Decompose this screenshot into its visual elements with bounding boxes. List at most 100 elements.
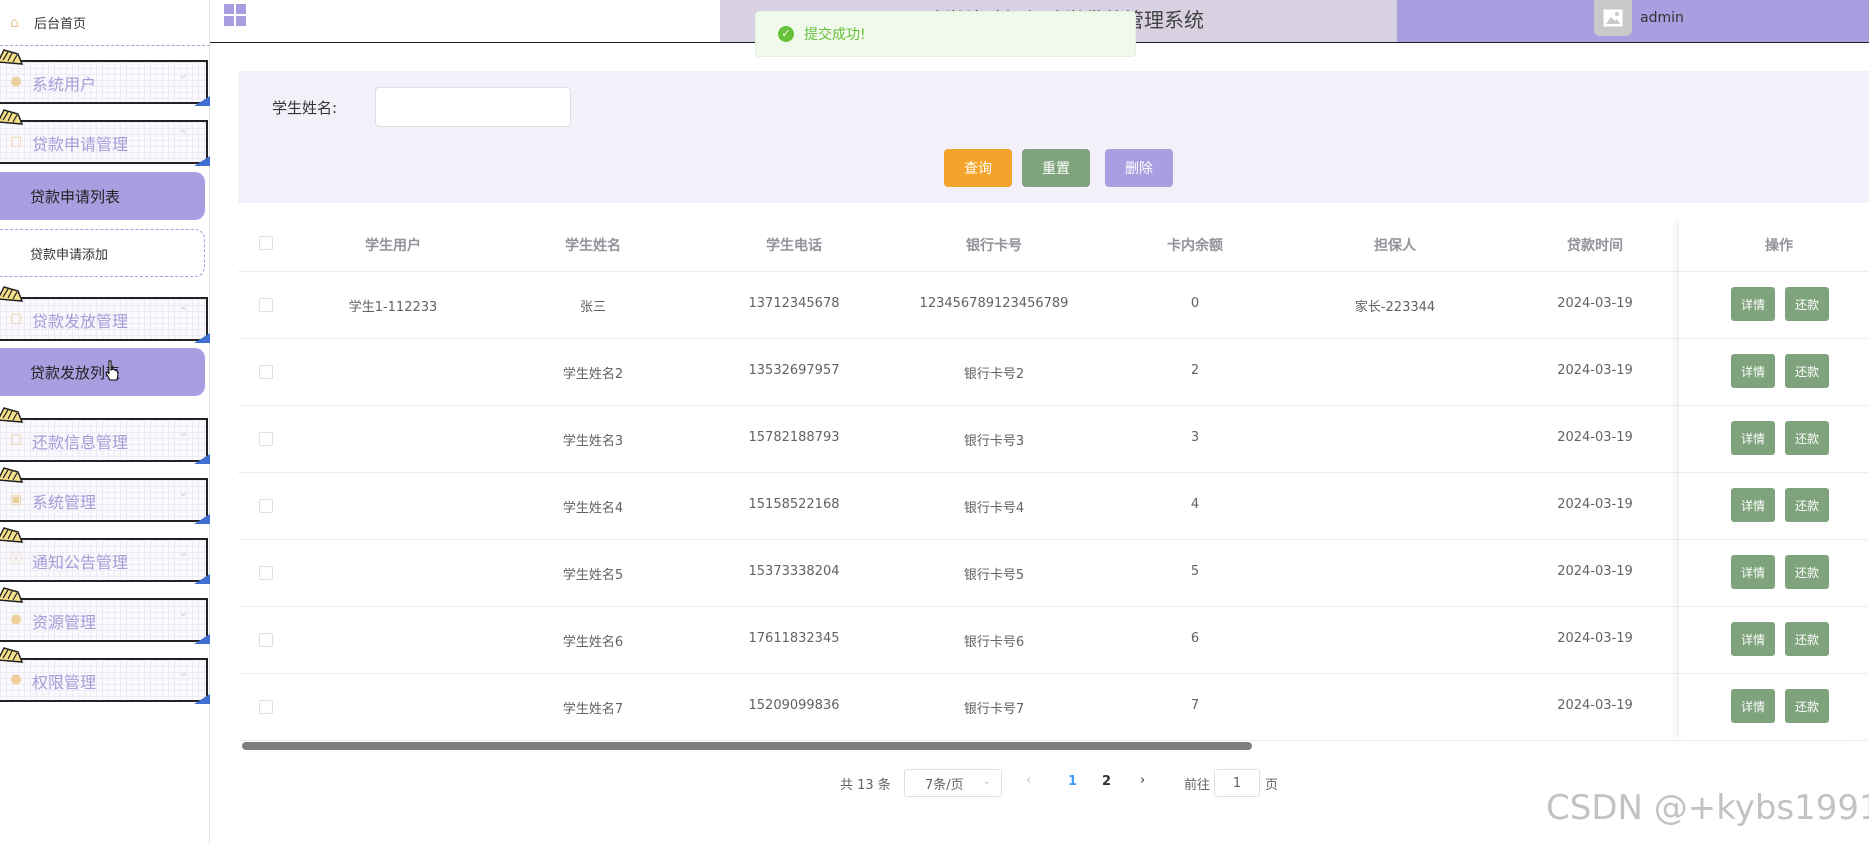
cell-phone: 17611832345 <box>748 631 840 646</box>
username-label[interactable]: admin <box>1640 10 1684 26</box>
row-checkbox[interactable] <box>259 365 273 379</box>
row-checkbox[interactable] <box>259 633 273 647</box>
column-header: 卡内余额 <box>1167 238 1223 254</box>
row-checkbox[interactable] <box>259 566 273 580</box>
table-row: 学生姓名2 13532697957 银行卡号2 2 2024-03-19 详情 … <box>238 339 1869 406</box>
sidebar-menu-label: 贷款发放管理 <box>32 312 129 331</box>
cell-balance: 4 <box>1190 497 1200 512</box>
binder-clip-icon <box>0 286 24 302</box>
delete-button[interactable]: 删除 <box>1105 149 1173 187</box>
sidebar-menu-label: 资源管理 <box>32 613 97 632</box>
page-size-value: 7条/页 <box>925 777 964 793</box>
cell-balance: 3 <box>1190 430 1200 445</box>
cell-user: 学生1-112233 <box>348 300 438 315</box>
cell-balance: 6 <box>1190 631 1200 646</box>
chevron-down-icon: ⌄ <box>178 606 188 619</box>
sidebar-menu-label: 还款信息管理 <box>32 433 129 452</box>
cell-phone: 15209099836 <box>748 698 840 713</box>
sidebar-menu-resources[interactable]: ● 资源管理 ⌄ <box>0 587 210 644</box>
chevron-up-icon: ⌃ <box>178 305 188 318</box>
menu-corner <box>194 574 210 584</box>
location-pin-icon: ● <box>10 612 22 627</box>
pagination-total: 共 13 条 <box>840 778 891 793</box>
cell-guarantor: 家长-223344 <box>1354 300 1436 315</box>
binder-clip-icon <box>0 467 24 483</box>
cell-date: 2024-03-19 <box>1557 698 1633 713</box>
column-header: 学生姓名 <box>565 238 621 254</box>
goto-page-input[interactable]: 1 <box>1214 769 1260 797</box>
student-name-label: 学生姓名: <box>272 99 338 117</box>
row-checkbox[interactable] <box>259 499 273 513</box>
sidebar-item-loan-apply-list[interactable]: 贷款申请列表 <box>0 172 205 220</box>
sidebar-menu-system[interactable]: ▣ 系统管理 ⌄ <box>0 467 210 524</box>
student-name-input[interactable] <box>375 87 571 127</box>
sidebar-menu-repayment[interactable]: ▢ 还款信息管理 ⌄ <box>0 407 210 464</box>
sidebar: ⌂ 后台首页 ● 系统用户 ⌄ ▢ 贷款申请管理 ⌃ 贷款申请列表 贷款申请添加… <box>0 0 210 844</box>
menu-corner <box>194 694 210 704</box>
binder-clip-icon <box>0 49 24 65</box>
cell-card: 银行卡号3 <box>963 434 1025 449</box>
cell-balance: 5 <box>1190 564 1200 579</box>
cell-card: 银行卡号6 <box>963 635 1025 650</box>
sidebar-menu-notice[interactable]: ⓘ 通知公告管理 ⌄ <box>0 527 210 584</box>
sidebar-item-loan-issue-list[interactable]: 贷款发放列表 <box>0 348 205 396</box>
cell-date: 2024-03-19 <box>1557 631 1633 646</box>
reset-button[interactable]: 重置 <box>1022 149 1090 187</box>
cell-name: 学生姓名6 <box>562 635 624 650</box>
sidebar-menu-label: 权限管理 <box>32 673 97 692</box>
binder-clip-icon <box>0 587 24 603</box>
page-number[interactable]: 1 <box>1068 774 1077 802</box>
menu-corner <box>194 634 210 644</box>
cell-name: 张三 <box>579 300 607 315</box>
success-toast: ✓ 提交成功! <box>755 11 1136 57</box>
row-checkbox[interactable] <box>259 432 273 446</box>
select-all-checkbox[interactable] <box>259 236 273 250</box>
cell-name: 学生姓名2 <box>562 367 624 382</box>
cell-name: 学生姓名5 <box>562 568 624 583</box>
sidebar-menu-loan-issue[interactable]: ▢ 贷款发放管理 ⌃ <box>0 286 210 343</box>
sidebar-menu-permissions[interactable]: ● 权限管理 ⌄ <box>0 647 210 704</box>
table-row: 学生姓名4 15158522168 银行卡号4 4 2024-03-19 详情 … <box>238 473 1869 540</box>
column-header: 贷款时间 <box>1567 238 1623 254</box>
cell-date: 2024-03-19 <box>1557 564 1633 579</box>
sidebar-menu-label: 贷款申请管理 <box>32 135 129 154</box>
image-icon: ▣ <box>9 492 23 507</box>
chevron-down-icon: ⌄ <box>178 426 188 439</box>
page-number[interactable]: 2 <box>1102 774 1111 802</box>
edit-document-icon: ▢ <box>9 432 23 447</box>
row-checkbox[interactable] <box>259 700 273 714</box>
cell-balance: 7 <box>1190 698 1200 713</box>
hand-cursor-icon <box>105 360 119 381</box>
cell-phone: 15158522168 <box>748 497 840 512</box>
horizontal-scrollbar[interactable] <box>242 742 1252 750</box>
next-page-icon[interactable]: › <box>1140 773 1145 801</box>
page-size-select[interactable]: 7条/页 ⌄ <box>904 769 1002 797</box>
search-panel: 学生姓名: 查询 重置 删除 <box>238 71 1869 203</box>
cell-date: 2024-03-19 <box>1557 430 1633 445</box>
sidebar-home-item[interactable]: ⌂ 后台首页 <box>0 0 210 46</box>
binder-clip-icon <box>0 109 24 125</box>
chevron-down-icon: ⌄ <box>982 776 991 787</box>
column-header: 学生用户 <box>365 238 421 254</box>
prev-page-icon[interactable]: ‹ <box>1026 773 1031 801</box>
row-checkbox[interactable] <box>259 298 273 312</box>
table-header: 学生用户 学生姓名 学生电话 银行卡号 卡内余额 担保人 贷款时间 操作 <box>238 215 1869 272</box>
query-button[interactable]: 查询 <box>944 149 1012 187</box>
menu-corner <box>194 96 210 106</box>
goto-label: 前往 <box>1184 778 1211 793</box>
avatar[interactable] <box>1594 0 1632 36</box>
cell-name: 学生姓名3 <box>562 434 624 449</box>
cell-date: 2024-03-19 <box>1557 497 1633 512</box>
cell-card: 银行卡号4 <box>963 501 1025 516</box>
chevron-down-icon: ⌄ <box>178 546 188 559</box>
cell-phone: 13532697957 <box>748 363 840 378</box>
sidebar-item-loan-apply-add[interactable]: 贷款申请添加 <box>0 229 205 277</box>
sidebar-menu-loan-apply[interactable]: ▢ 贷款申请管理 ⌃ <box>0 109 210 166</box>
table-row: 学生姓名7 15209099836 银行卡号7 7 2024-03-19 详情 … <box>238 674 1869 741</box>
sidebar-menu-system-users[interactable]: ● 系统用户 ⌄ <box>0 49 210 106</box>
chevron-up-icon: ⌃ <box>178 128 188 141</box>
check-circle-icon: ✓ <box>778 26 794 42</box>
column-header: 学生电话 <box>766 238 822 254</box>
cell-card: 银行卡号2 <box>963 367 1025 382</box>
menu-grid-icon[interactable] <box>224 4 246 26</box>
